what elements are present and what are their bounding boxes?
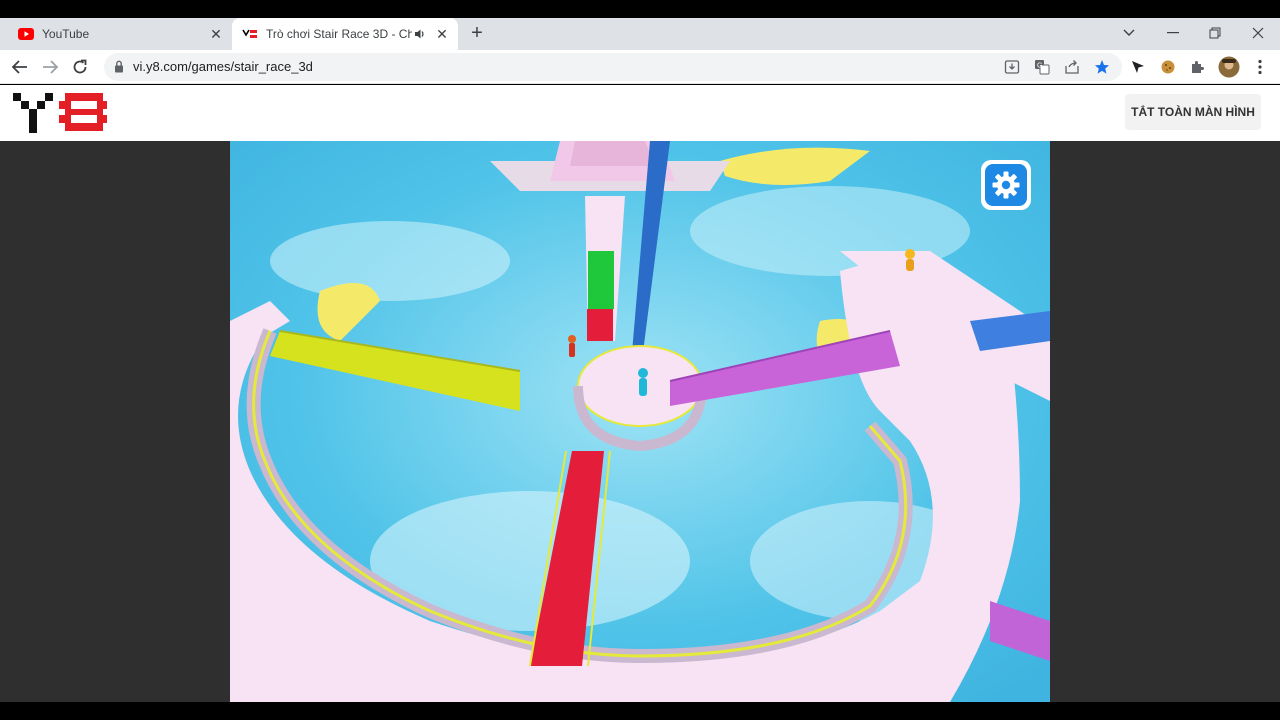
minimize-icon[interactable] [1152, 18, 1194, 48]
bottom-letterbox [0, 702, 1280, 720]
site-header: TẮT TOÀN MÀN HÌNH [0, 85, 1280, 141]
tab-title: YouTube [42, 27, 90, 41]
exit-fullscreen-button[interactable]: TẮT TOÀN MÀN HÌNH [1125, 94, 1261, 130]
download-icon[interactable] [1002, 58, 1022, 76]
back-icon[interactable] [8, 55, 32, 79]
restore-icon[interactable] [1194, 18, 1236, 48]
browser-window: YouTube ✕ Trò chơi Stair Race 3D - Chơi … [0, 0, 1280, 720]
tab-strip: YouTube ✕ Trò chơi Stair Race 3D - Chơi … [0, 18, 1280, 50]
chevron-down-icon[interactable] [1108, 18, 1150, 48]
close-icon[interactable]: ✕ [432, 24, 452, 44]
menu-icon[interactable] [1249, 56, 1271, 78]
settings-button[interactable] [981, 160, 1031, 210]
bookmark-star-icon[interactable] [1092, 58, 1112, 76]
share-icon[interactable] [1062, 58, 1082, 76]
player-character [638, 368, 648, 396]
game-stage [0, 141, 1280, 702]
extension-icon[interactable] [1187, 56, 1209, 78]
new-tab-icon[interactable]: + [466, 23, 488, 45]
game-canvas[interactable] [230, 141, 1050, 702]
reload-icon[interactable] [68, 55, 92, 79]
gear-icon [985, 164, 1027, 206]
youtube-icon [18, 26, 34, 42]
speaker-icon[interactable] [412, 26, 428, 42]
cookie-extension-icon[interactable] [1157, 56, 1179, 78]
tab-stair-race[interactable]: Trò chơi Stair Race 3D - Chơi ✕ [232, 18, 458, 50]
translate-icon[interactable]: G [1032, 58, 1052, 76]
game-scene [230, 141, 1050, 702]
y8-favicon [242, 26, 258, 42]
close-icon[interactable]: ✕ [206, 24, 226, 44]
forward-icon[interactable] [38, 55, 62, 79]
browser-toolbar: vi.y8.com/games/stair_race_3d G [0, 50, 1280, 84]
opponent-red [568, 335, 576, 357]
address-bar[interactable]: vi.y8.com/games/stair_race_3d G [104, 53, 1122, 81]
tab-youtube[interactable]: YouTube ✕ [8, 18, 232, 50]
cursor-extension-icon[interactable] [1127, 56, 1149, 78]
url-text[interactable]: vi.y8.com/games/stair_race_3d [133, 59, 313, 74]
y8-logo[interactable] [13, 91, 109, 140]
svg-text:G: G [1037, 63, 1042, 70]
lock-icon[interactable] [114, 60, 124, 78]
tab-title: Trò chơi Stair Race 3D - Chơi [266, 27, 412, 41]
close-window-icon[interactable] [1237, 18, 1279, 48]
profile-avatar[interactable] [1218, 56, 1240, 78]
